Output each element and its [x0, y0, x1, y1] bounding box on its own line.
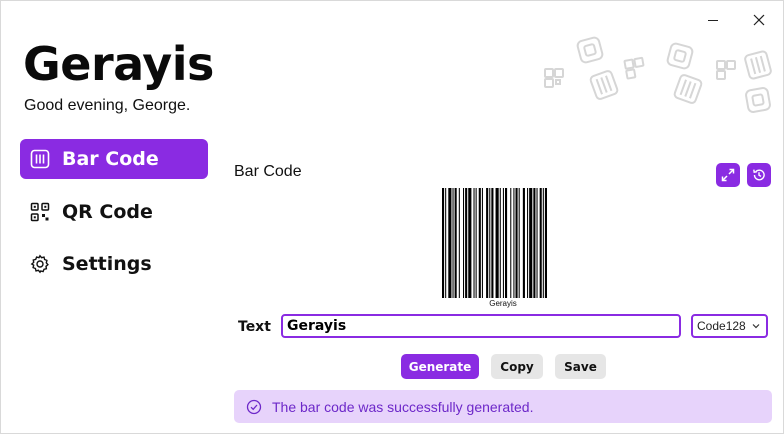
barcode-bar: [499, 188, 501, 298]
copy-button[interactable]: Copy: [491, 354, 543, 379]
text-label: Text: [238, 319, 271, 335]
section-title: Bar Code: [234, 163, 302, 180]
expand-icon: [721, 168, 735, 182]
barcode-bar: [468, 188, 472, 298]
barcode-bar: [478, 188, 481, 298]
barcode-bar: [458, 188, 460, 298]
minimize-button[interactable]: [691, 7, 735, 33]
barcode-bar: [491, 188, 494, 298]
barcode-bar: [533, 188, 536, 298]
barcode-bar: [513, 188, 515, 298]
sidebar-item-settings[interactable]: Settings: [20, 244, 208, 284]
barcode-bar: [454, 188, 457, 298]
barcode-image: [441, 188, 565, 309]
barcode-bar: [489, 188, 491, 298]
barcode-bar: [544, 188, 547, 298]
close-icon: [753, 14, 765, 26]
barcode-bar: [495, 188, 499, 298]
barcode-caption: Gerayis: [489, 299, 517, 308]
barcode-bar: [445, 188, 447, 298]
greeting-text: Good evening, George.: [24, 97, 191, 114]
barcode-bar: [486, 188, 489, 298]
text-input[interactable]: [281, 314, 681, 338]
barcode-bar: [522, 188, 525, 298]
barcode-bar: [502, 188, 504, 298]
status-text: The bar code was successfully generated.: [272, 398, 534, 415]
app-window: Gerayis Good evening, George. Bar Code Q…: [0, 0, 784, 434]
barcode-bar: [465, 188, 468, 298]
sidebar-item-qr-code[interactable]: QR Code: [20, 192, 208, 232]
barcode-icon: [30, 149, 50, 169]
qr-code-icon: [30, 202, 50, 222]
barcode-bar: [542, 188, 544, 298]
barcode-bar: [529, 188, 533, 298]
barcode-bar: [463, 188, 465, 298]
generate-button[interactable]: Generate: [401, 354, 479, 379]
barcode-format-select[interactable]: Code128: [691, 314, 768, 338]
status-message: The bar code was successfully generated.: [234, 390, 772, 423]
app-title: Gerayis: [23, 37, 214, 91]
sidebar-item-label: QR Code: [62, 201, 153, 223]
barcode-bar: [536, 188, 538, 298]
expand-button[interactable]: [716, 163, 740, 187]
barcode-bar: [473, 188, 475, 298]
barcode-bar: [515, 188, 518, 298]
history-button[interactable]: [747, 163, 771, 187]
format-select-value: Code128: [697, 319, 746, 333]
chevron-down-icon: [752, 324, 760, 329]
sidebar-item-label: Settings: [62, 253, 152, 275]
sidebar-item-label: Bar Code: [62, 148, 159, 170]
barcode-bar: [442, 188, 445, 298]
barcode-bar: [448, 188, 452, 298]
history-icon: [753, 169, 765, 181]
barcode-bar: [505, 188, 508, 298]
barcode-bar: [527, 188, 529, 298]
barcode-bar: [475, 188, 477, 298]
gear-icon: [30, 254, 50, 274]
barcode-bar: [518, 188, 520, 298]
close-button[interactable]: [737, 7, 781, 33]
save-button[interactable]: Save: [555, 354, 606, 379]
sidebar-item-bar-code[interactable]: Bar Code: [20, 139, 208, 179]
check-circle-icon: [246, 399, 262, 415]
barcode-bar: [510, 188, 512, 298]
minimize-icon: [708, 20, 718, 21]
barcode-bar: [539, 188, 542, 298]
barcode-bar: [452, 188, 454, 298]
decorative-pattern: [544, 36, 772, 113]
barcode-bar: [481, 188, 483, 298]
